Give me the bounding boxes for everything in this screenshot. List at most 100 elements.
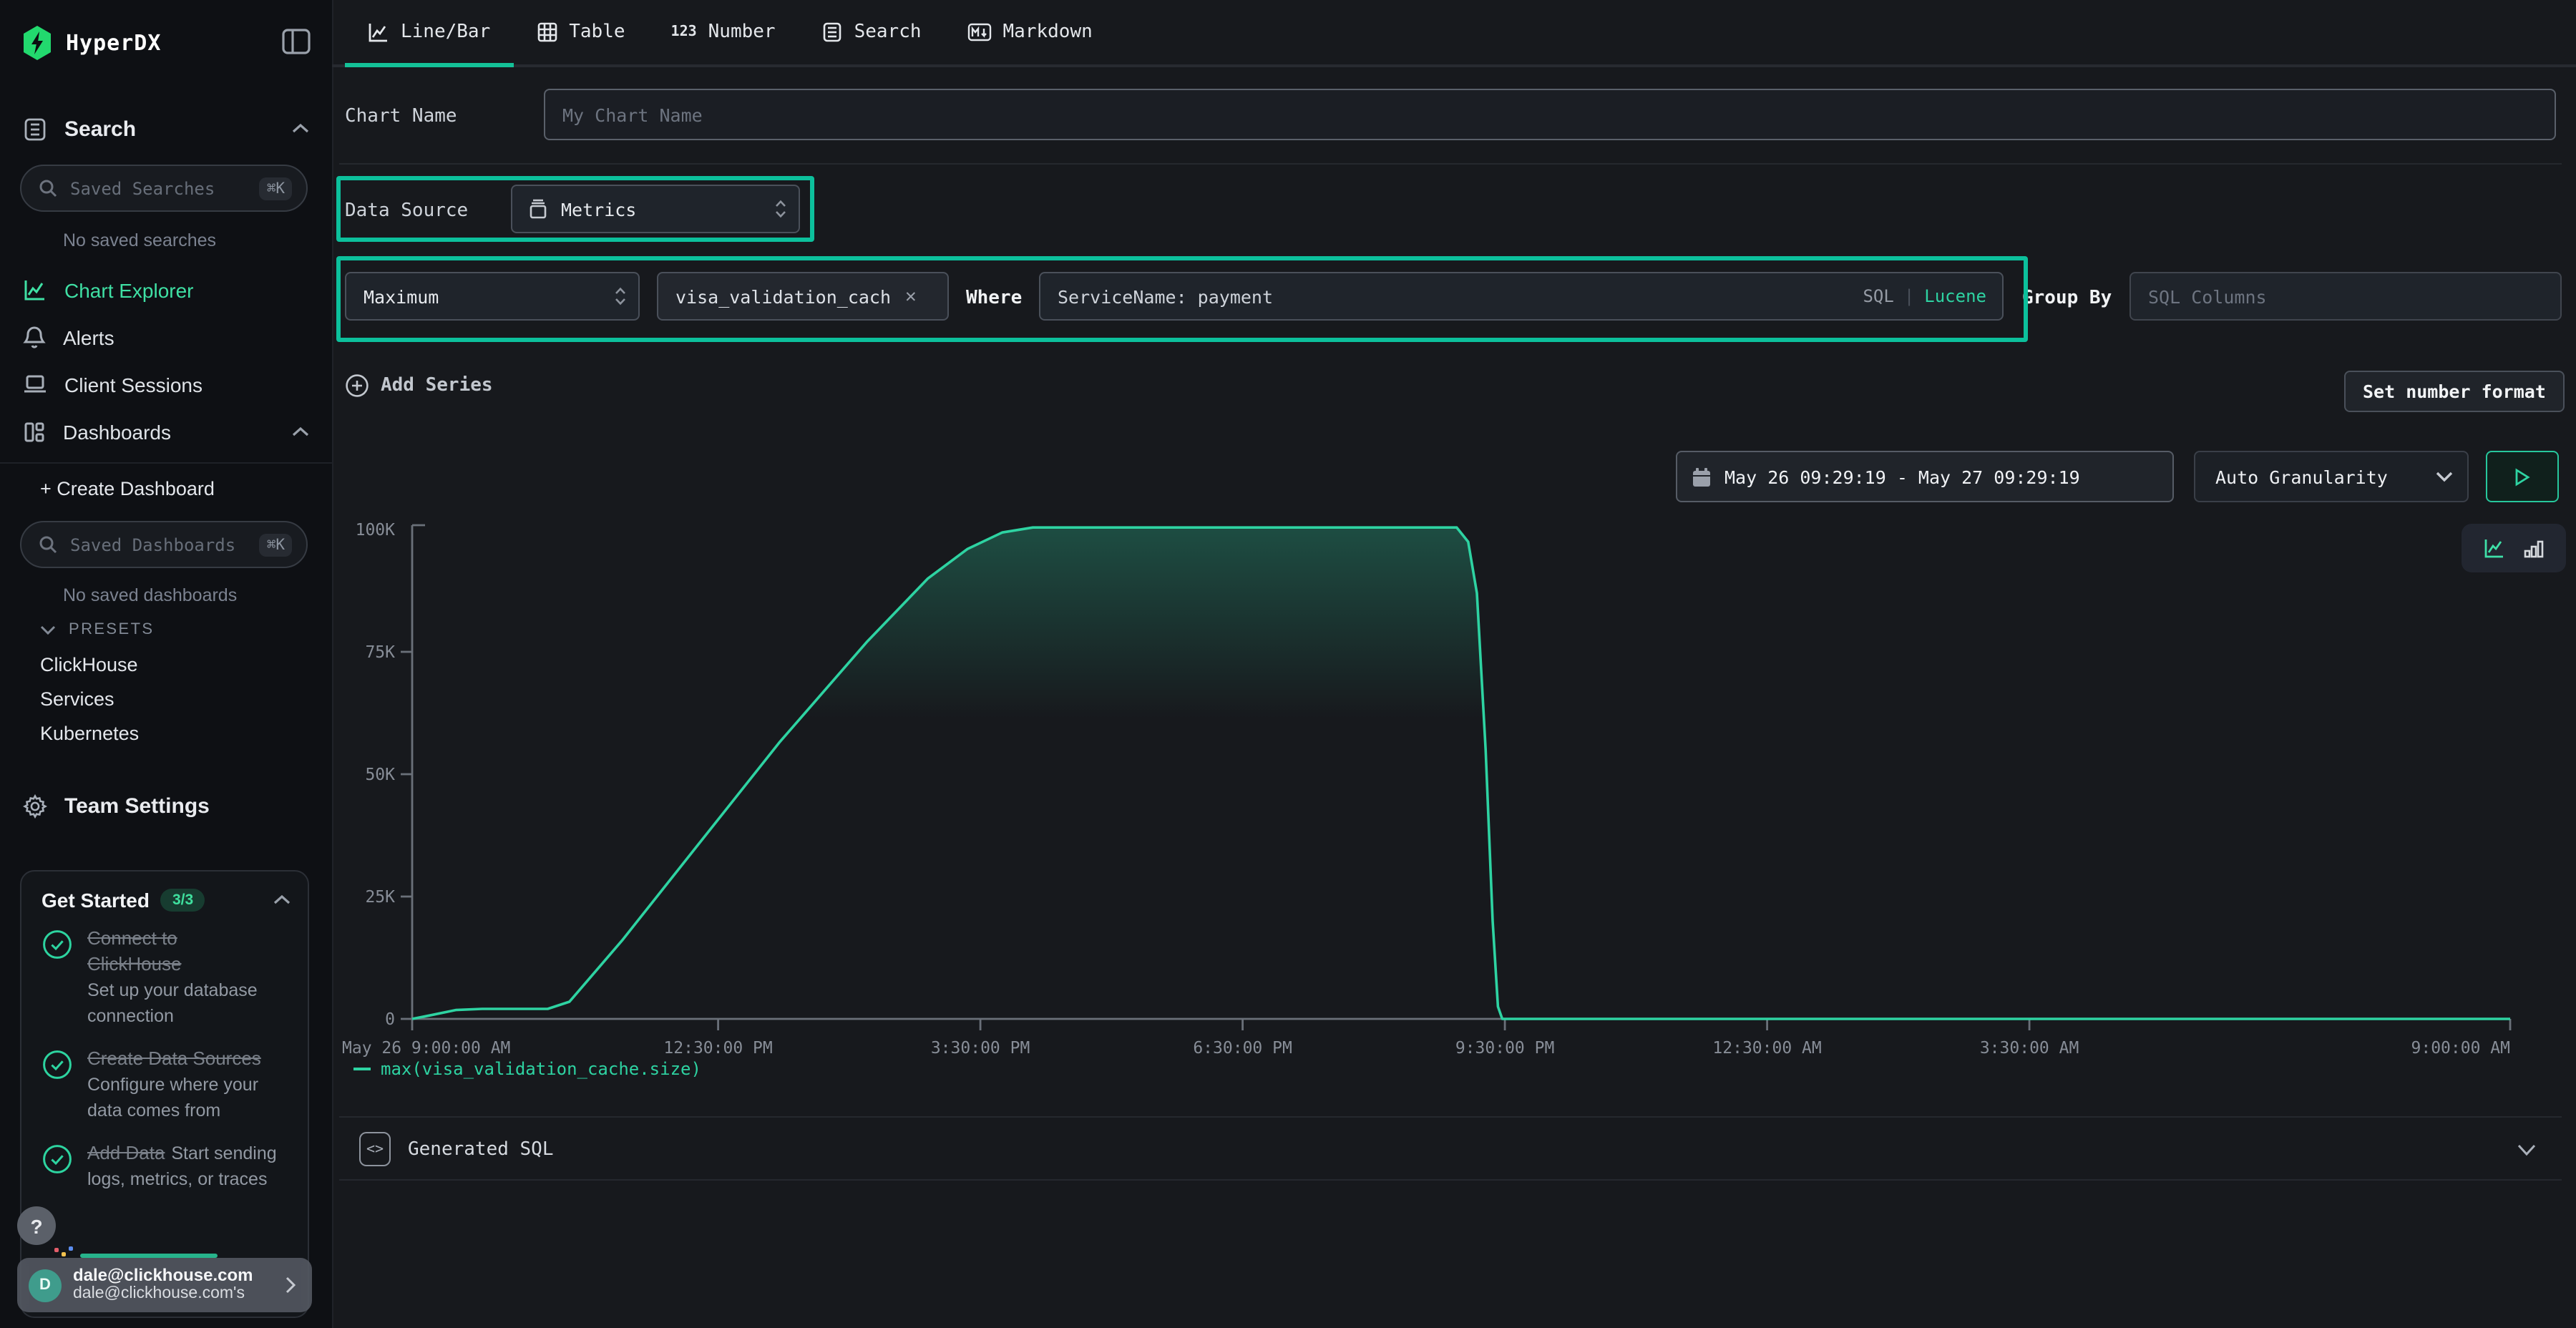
user-email: dale@clickhouse.com — [73, 1266, 285, 1285]
toggle-divider: | — [1904, 286, 1914, 306]
close-icon[interactable]: ✕ — [905, 285, 917, 307]
chevron-right-icon — [285, 1276, 296, 1294]
get-started-item-subtitle: Configure where your data comes from — [87, 1075, 258, 1120]
sql-toggle[interactable]: SQL — [1863, 286, 1893, 306]
gear-icon — [23, 794, 47, 818]
where-label: Where — [966, 288, 1022, 309]
group-by-label: Group By — [2022, 288, 2112, 309]
group-by-input[interactable] — [2129, 272, 2562, 321]
search-section-label: Search — [64, 117, 136, 141]
tab-markdown[interactable]: Markdown — [945, 0, 1116, 67]
preset-services[interactable]: Services — [40, 688, 114, 710]
granularity-select[interactable]: Auto Granularity — [2194, 451, 2469, 502]
get-started-badge: 3/3 — [161, 889, 205, 912]
generated-sql-section[interactable]: <> Generated SQL — [339, 1125, 2562, 1173]
query-language-toggle[interactable]: SQL | Lucene — [1863, 286, 1986, 306]
no-saved-dashboards-text: No saved dashboards — [63, 585, 237, 605]
laptop-icon — [23, 374, 47, 395]
avatar: D — [29, 1269, 62, 1302]
sidebar-item-team-settings[interactable]: Team Settings — [0, 786, 332, 826]
where-input[interactable] — [1040, 285, 1863, 307]
granularity-value: Auto Granularity — [2215, 466, 2388, 487]
chevron-down-icon[interactable] — [2517, 1143, 2536, 1156]
svg-text:May 26 9:00:00 AM: May 26 9:00:00 AM — [342, 1039, 510, 1058]
main-content: Line/Bar Table 123 Number Search Markdow… — [332, 0, 2576, 1328]
lucene-toggle[interactable]: Lucene — [1924, 286, 1986, 306]
legend-label: max(visa_validation_cache.size) — [381, 1059, 701, 1079]
sidebar-divider — [0, 462, 332, 464]
sidebar-item-dashboards[interactable]: Dashboards — [0, 408, 332, 455]
search-icon — [39, 179, 57, 197]
get-started-item-sources[interactable]: Create Data Sources Configure where your… — [42, 1046, 293, 1123]
data-source-select[interactable]: Metrics — [511, 185, 800, 233]
dashboard-grid-icon — [23, 420, 46, 443]
get-started-item-add-data[interactable]: Add Data Start sending logs, metrics, or… — [42, 1141, 293, 1192]
select-chevrons-icon — [614, 286, 627, 306]
svg-text:50K: 50K — [365, 766, 395, 784]
sidebar-item-chart-explorer[interactable]: Chart Explorer — [0, 266, 332, 313]
table-icon — [536, 21, 557, 42]
data-source-label: Data Source — [345, 200, 468, 222]
get-started-item-title: Create Data Sources — [87, 1048, 261, 1069]
tab-search[interactable]: Search — [799, 0, 945, 67]
hyperdx-app: HyperDX Search Saved Searches ⌘K No sav — [0, 0, 2576, 1328]
plus-circle-icon — [345, 374, 369, 398]
calendar-icon — [1692, 466, 1712, 487]
saved-dashboards-placeholder: Saved Dashboards — [70, 534, 260, 555]
preset-clickhouse[interactable]: ClickHouse — [40, 654, 138, 675]
chevron-down-icon — [40, 625, 56, 635]
saved-dashboards-input[interactable]: Saved Dashboards ⌘K — [20, 521, 308, 568]
get-started-item-title: Add Data — [87, 1142, 165, 1163]
collapse-sidebar-icon[interactable] — [280, 26, 312, 57]
database-icon — [528, 198, 548, 220]
tab-number[interactable]: 123 Number — [648, 0, 799, 67]
set-number-format-button[interactable]: Set number format — [2344, 371, 2565, 412]
chart-name-input[interactable] — [544, 89, 2556, 140]
markdown-icon — [967, 22, 992, 41]
sidebar-item-alerts[interactable]: Alerts — [0, 313, 332, 361]
chevron-up-icon[interactable] — [292, 123, 309, 135]
chart-legend[interactable]: max(visa_validation_cache.size) — [353, 1059, 701, 1079]
date-range-value: May 26 09:29:19 - May 27 09:29:19 — [1724, 466, 2080, 487]
svg-text:100K: 100K — [356, 521, 396, 540]
sidebar-item-label: Dashboards — [63, 420, 171, 443]
play-icon — [2514, 467, 2530, 486]
chevron-up-icon[interactable] — [292, 426, 309, 437]
aggregation-select[interactable]: Maximum — [345, 272, 640, 321]
user-menu[interactable]: D dale@clickhouse.com dale@clickhouse.co… — [17, 1258, 312, 1312]
data-source-value: Metrics — [561, 198, 636, 220]
divider — [339, 1116, 2562, 1118]
confetti-icon — [54, 1246, 74, 1258]
timeseries-chart[interactable]: 025K50K75K100KMay 26 9:00:00 AM12:30:00 … — [339, 504, 2572, 1062]
run-query-button[interactable] — [2486, 451, 2559, 502]
add-series-button[interactable]: Add Series — [345, 374, 493, 398]
date-range-picker[interactable]: May 26 09:29:19 - May 27 09:29:19 — [1676, 451, 2174, 502]
generated-sql-label: Generated SQL — [408, 1138, 554, 1160]
sidebar: HyperDX Search Saved Searches ⌘K No sav — [0, 0, 333, 1328]
chevron-up-icon[interactable] — [273, 894, 291, 906]
sidebar-item-label: Client Sessions — [64, 373, 203, 396]
bell-icon — [23, 325, 46, 349]
metric-chip-label: visa_validation_cach — [675, 285, 891, 307]
chart-line-icon — [23, 278, 47, 302]
sidebar-section-search[interactable]: Search — [0, 109, 332, 149]
help-button[interactable]: ? — [17, 1206, 56, 1245]
svg-text:12:30:00 AM: 12:30:00 AM — [1712, 1039, 1821, 1058]
line-chart-icon — [368, 21, 389, 42]
create-dashboard-button[interactable]: + Create Dashboard — [40, 478, 215, 499]
get-started-header[interactable]: Get Started 3/3 — [42, 889, 291, 912]
svg-text:9:30:00 PM: 9:30:00 PM — [1455, 1039, 1554, 1058]
svg-text:0: 0 — [385, 1010, 395, 1029]
user-team: dale@clickhouse.com's — [73, 1285, 285, 1304]
tab-table[interactable]: Table — [513, 0, 648, 67]
divider — [339, 1179, 2562, 1181]
preset-kubernetes[interactable]: Kubernetes — [40, 723, 139, 744]
sidebar-item-client-sessions[interactable]: Client Sessions — [0, 361, 332, 408]
saved-searches-input[interactable]: Saved Searches ⌘K — [20, 165, 308, 212]
presets-header[interactable]: PRESETS — [40, 621, 155, 638]
sidebar-item-label: Chart Explorer — [64, 278, 194, 301]
metric-chip[interactable]: visa_validation_cach ✕ — [657, 272, 949, 321]
shortcut-badge: ⌘K — [260, 177, 292, 200]
tab-line-bar[interactable]: Line/Bar — [345, 0, 513, 67]
get-started-item-connect[interactable]: Connect to ClickHouse Set up your databa… — [42, 926, 293, 1029]
